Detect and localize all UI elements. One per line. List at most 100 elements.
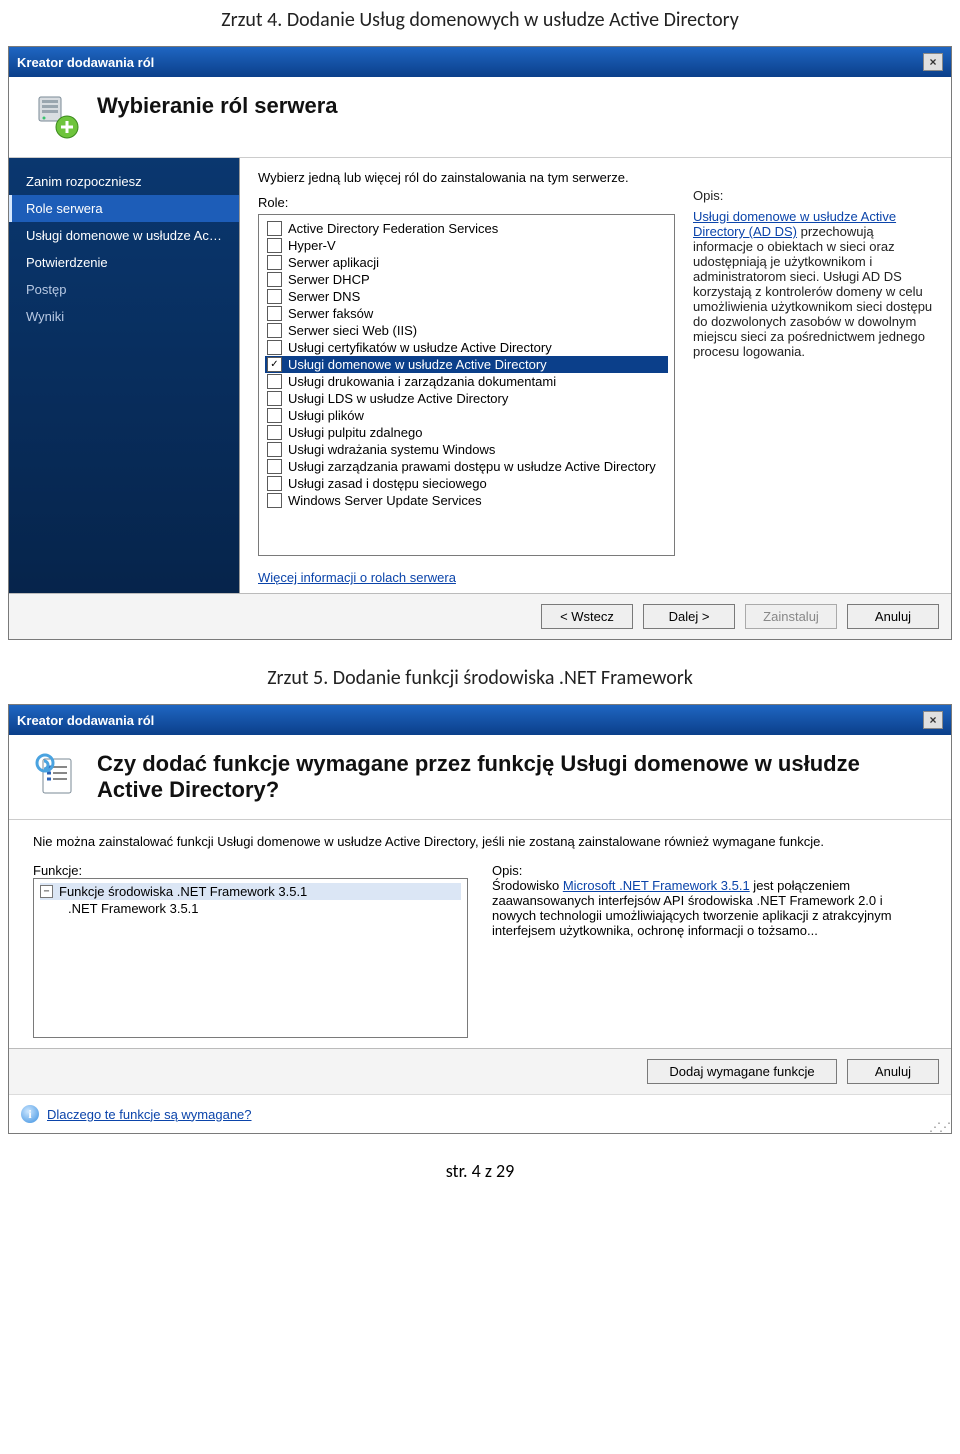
- wizard-sidebar: Zanim rozpocznieszRole serweraUsługi dom…: [9, 158, 240, 593]
- dialog-description: Nie można zainstalować funkcji Usługi do…: [33, 834, 927, 849]
- sidebar-item[interactable]: Wyniki: [9, 303, 239, 330]
- checkbox-icon[interactable]: [267, 459, 282, 474]
- role-row[interactable]: Usługi certyfikatów w usłudze Active Dir…: [265, 339, 668, 356]
- role-label: Serwer DHCP: [288, 272, 370, 287]
- resize-grip[interactable]: ⋰⋰: [929, 1123, 949, 1131]
- more-info-link[interactable]: Więcej informacji o rolach serwera: [258, 570, 675, 585]
- checkbox-icon[interactable]: ✓: [267, 357, 282, 372]
- back-button[interactable]: < Wstecz: [541, 604, 633, 629]
- cancel-button[interactable]: Anuluj: [847, 1059, 939, 1084]
- role-label: Usługi zasad i dostępu sieciowego: [288, 476, 487, 491]
- role-row[interactable]: Active Directory Federation Services: [265, 220, 668, 237]
- checkbox-icon[interactable]: [267, 272, 282, 287]
- roles-listbox[interactable]: Active Directory Federation ServicesHype…: [258, 214, 675, 556]
- role-label: Hyper-V: [288, 238, 336, 253]
- role-label: Usługi certyfikatów w usłudze Active Dir…: [288, 340, 552, 355]
- required-features-dialog: Kreator dodawania ról × Czy dodać funkcj…: [8, 704, 952, 1134]
- figure-caption-2: Zrzut 5. Dodanie funkcji środowiska .NET…: [0, 666, 960, 690]
- feature-node-child[interactable]: .NET Framework 3.5.1: [40, 900, 461, 917]
- role-description: Usługi domenowe w usłudze Active Directo…: [693, 209, 933, 359]
- role-label: Usługi zarządzania prawami dostępu w usł…: [288, 459, 656, 474]
- info-icon: i: [21, 1105, 39, 1123]
- role-label: Serwer faksów: [288, 306, 373, 321]
- role-label: Usługi pulpitu zdalnego: [288, 425, 422, 440]
- sidebar-item[interactable]: Zanim rozpoczniesz: [9, 168, 239, 195]
- install-button: Zainstaluj: [745, 604, 837, 629]
- role-row[interactable]: Serwer DHCP: [265, 271, 668, 288]
- feature-parent-label: Funkcje środowiska .NET Framework 3.5.1: [59, 884, 307, 899]
- titlebar[interactable]: Kreator dodawania ról ×: [9, 47, 951, 77]
- titlebar[interactable]: Kreator dodawania ról ×: [9, 705, 951, 735]
- header-band: Wybieranie ról serwera: [9, 77, 951, 158]
- header-band: Czy dodać funkcje wymagane przez funkcję…: [9, 735, 951, 820]
- checkbox-icon[interactable]: [267, 493, 282, 508]
- role-row[interactable]: Usługi wdrażania systemu Windows: [265, 441, 668, 458]
- checkbox-icon[interactable]: [267, 408, 282, 423]
- description-label: Opis:: [492, 863, 927, 878]
- feature-description: Środowisko Microsoft .NET Framework 3.5.…: [492, 878, 927, 938]
- role-row[interactable]: Serwer aplikacji: [265, 254, 668, 271]
- footer-bar: i Dlaczego te funkcje są wymagane? ⋰⋰: [9, 1094, 951, 1133]
- window-title: Kreator dodawania ról: [17, 55, 154, 70]
- checkbox-icon[interactable]: [267, 221, 282, 236]
- sidebar-item[interactable]: Role serwera: [9, 195, 239, 222]
- feature-node-parent[interactable]: − Funkcje środowiska .NET Framework 3.5.…: [40, 883, 461, 900]
- role-row[interactable]: Serwer faksów: [265, 305, 668, 322]
- features-treeview[interactable]: − Funkcje środowiska .NET Framework 3.5.…: [33, 878, 468, 1038]
- sidebar-item[interactable]: Usługi domenowe w usłudze Acti...: [9, 222, 239, 249]
- close-icon[interactable]: ×: [923, 711, 943, 729]
- checkbox-icon[interactable]: [267, 476, 282, 491]
- server-role-icon: [33, 93, 81, 141]
- why-required-link[interactable]: Dlaczego te funkcje są wymagane?: [47, 1107, 252, 1122]
- checkbox-icon[interactable]: [267, 238, 282, 253]
- close-icon[interactable]: ×: [923, 53, 943, 71]
- role-row[interactable]: Usługi zarządzania prawami dostępu w usł…: [265, 458, 668, 475]
- page-heading: Wybieranie ról serwera: [97, 93, 338, 119]
- role-label: Windows Server Update Services: [288, 493, 482, 508]
- feature-child-label: .NET Framework 3.5.1: [68, 901, 199, 916]
- role-row[interactable]: Usługi plików: [265, 407, 668, 424]
- role-row[interactable]: Serwer DNS: [265, 288, 668, 305]
- role-label: Serwer aplikacji: [288, 255, 379, 270]
- checkbox-icon[interactable]: [267, 306, 282, 321]
- sidebar-item[interactable]: Postęp: [9, 276, 239, 303]
- wizard-window-roles: Kreator dodawania ról × Wybieranie ról s…: [8, 46, 952, 640]
- dialog-button-bar: Dodaj wymagane funkcje Anuluj: [9, 1048, 951, 1094]
- features-required-icon: [33, 751, 81, 799]
- page-footer: str. 4 z 29: [0, 1160, 960, 1182]
- checkbox-icon[interactable]: [267, 255, 282, 270]
- roles-label: Role:: [258, 195, 675, 210]
- checkbox-icon[interactable]: [267, 391, 282, 406]
- netfx-link[interactable]: Microsoft .NET Framework 3.5.1: [563, 878, 750, 893]
- instruction-text: Wybierz jedną lub więcej ról do zainstal…: [258, 170, 675, 185]
- checkbox-icon[interactable]: [267, 289, 282, 304]
- role-label: Serwer sieci Web (IIS): [288, 323, 417, 338]
- role-row[interactable]: ✓Usługi domenowe w usłudze Active Direct…: [265, 356, 668, 373]
- checkbox-icon[interactable]: [267, 374, 282, 389]
- role-row[interactable]: Usługi zasad i dostępu sieciowego: [265, 475, 668, 492]
- role-row[interactable]: Usługi LDS w usłudze Active Directory: [265, 390, 668, 407]
- role-row[interactable]: Usługi pulpitu zdalnego: [265, 424, 668, 441]
- checkbox-icon[interactable]: [267, 323, 282, 338]
- role-row[interactable]: Hyper-V: [265, 237, 668, 254]
- next-button[interactable]: Dalej >: [643, 604, 735, 629]
- figure-caption-1: Zrzut 4. Dodanie Usług domenowych w usłu…: [0, 8, 960, 32]
- role-label: Usługi wdrażania systemu Windows: [288, 442, 495, 457]
- description-label: Opis:: [693, 188, 933, 203]
- sidebar-item[interactable]: Potwierdzenie: [9, 249, 239, 276]
- window-title: Kreator dodawania ról: [17, 713, 154, 728]
- add-required-button[interactable]: Dodaj wymagane funkcje: [647, 1059, 837, 1084]
- checkbox-icon[interactable]: [267, 425, 282, 440]
- role-label: Serwer DNS: [288, 289, 360, 304]
- features-label: Funkcje:: [33, 863, 468, 878]
- role-row[interactable]: Windows Server Update Services: [265, 492, 668, 509]
- dialog-heading: Czy dodać funkcje wymagane przez funkcję…: [97, 751, 927, 803]
- wizard-button-bar: < Wstecz Dalej > Zainstaluj Anuluj: [9, 593, 951, 639]
- checkbox-icon[interactable]: [267, 340, 282, 355]
- role-row[interactable]: Usługi drukowania i zarządzania dokument…: [265, 373, 668, 390]
- collapse-icon[interactable]: −: [40, 885, 53, 898]
- cancel-button[interactable]: Anuluj: [847, 604, 939, 629]
- role-label: Usługi plików: [288, 408, 364, 423]
- role-row[interactable]: Serwer sieci Web (IIS): [265, 322, 668, 339]
- checkbox-icon[interactable]: [267, 442, 282, 457]
